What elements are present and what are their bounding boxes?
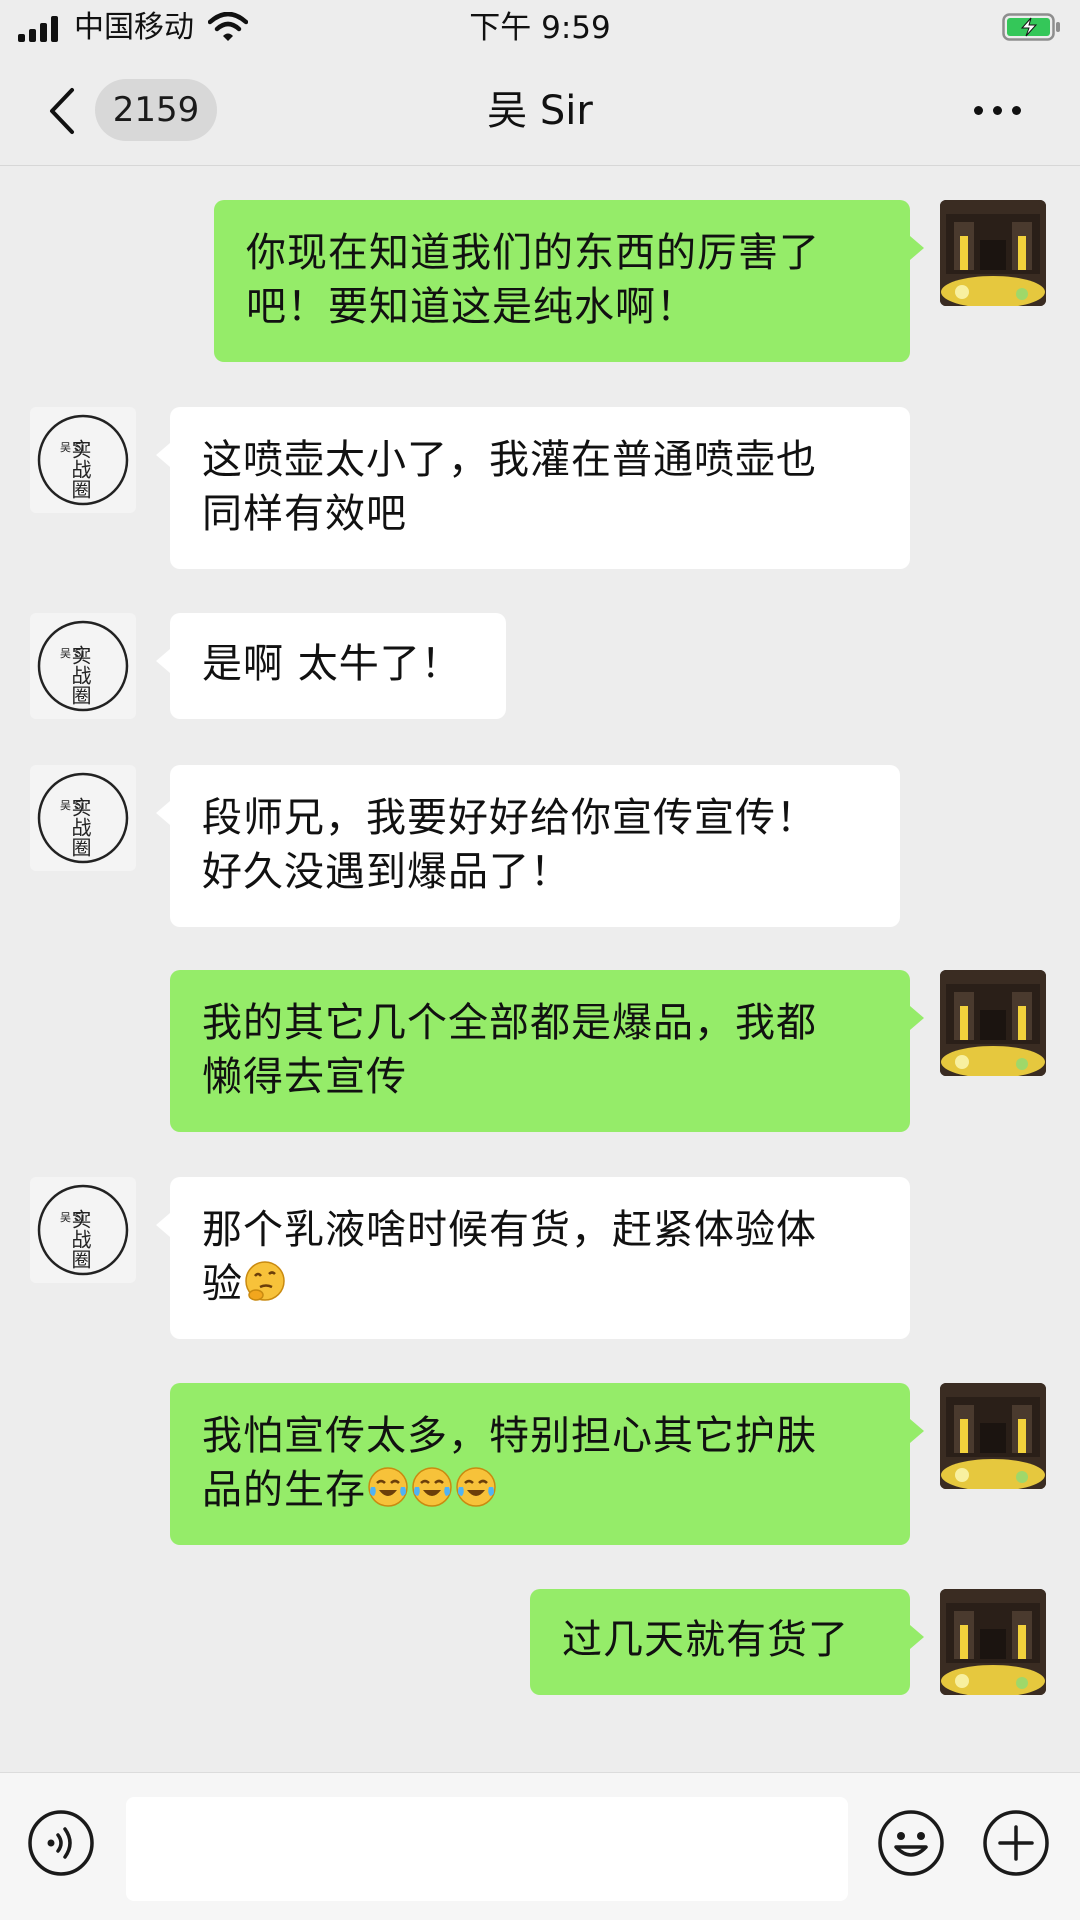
message-bubble-received[interactable]: 那个乳液啥时候有货，赶紧体验体 验 [156,1177,910,1339]
message-bubble-sent[interactable]: 过几天就有货了 [530,1589,924,1695]
my-avatar[interactable] [940,1383,1046,1489]
my-avatar-image [940,1589,1046,1695]
avatar-stamp-text: 实战圈 [68,797,92,857]
contact-avatar-image: 吴 Sir 实战圈 [37,1184,129,1276]
chat-input-bar [0,1772,1080,1920]
more-functions-button[interactable] [982,1809,1050,1877]
my-avatar[interactable] [940,970,1046,1076]
message-bubble-received[interactable]: 段师兄，我要好好给你宣传宣传！ 好久没遇到爆品了！ [156,765,900,927]
tears-of-joy-emoji [456,1467,496,1507]
message-line-text: 品的生存 [202,1467,366,1513]
chat-title: 吴 Sir [487,88,593,134]
tears-of-joy-emoji [412,1467,452,1507]
my-avatar-image [940,1383,1046,1489]
contact-avatar-image: 吴 Sir 实战圈 [37,620,129,712]
contact-avatar[interactable]: 吴 Sir 实战圈 [30,407,136,513]
status-time: 下午 9:59 [469,10,611,46]
message-line: 品的生存 [202,1463,880,1517]
message-bubble-sent[interactable]: 我怕宣传太多，特别担心其它护肤 品的生存 [170,1383,924,1545]
contact-avatar-image: 吴 Sir 实战圈 [37,414,129,506]
message-line-text: 验 [202,1261,243,1307]
battery-charging-icon [1002,13,1060,41]
message-bubble-received[interactable]: 这喷壶太小了，我灌在普通喷壶也 同样有效吧 [156,407,910,569]
avatar-stamp-text: 实战圈 [68,645,92,705]
emoji-button[interactable] [877,1809,945,1877]
message-line: 同样有效吧 [202,491,407,537]
avatar-stamp-text: 实战圈 [68,439,92,499]
status-bar: 中国移动 下午 9:59 [0,0,1080,56]
message-line: 我的其它几个全部都是爆品，我都 [202,1000,817,1046]
contact-avatar[interactable]: 吴 Sir 实战圈 [30,1177,136,1283]
message-bubble-sent[interactable]: 我的其它几个全部都是爆品，我都 懒得去宣传 [170,970,924,1132]
contact-avatar-image: 吴 Sir 实战圈 [37,772,129,864]
message-input[interactable] [126,1797,848,1901]
my-avatar[interactable] [940,200,1046,306]
my-avatar-image [940,970,1046,1076]
message-line: 懒得去宣传 [202,1054,407,1100]
message-line: 是啊 太牛了！ [202,641,462,687]
contact-avatar[interactable]: 吴 Sir 实战圈 [30,765,136,871]
message-line: 过几天就有货了 [562,1617,849,1663]
chat-header: 2159 吴 Sir [0,56,1080,166]
thinking-face-emoji [245,1261,285,1301]
contact-avatar[interactable]: 吴 Sir 实战圈 [30,613,136,719]
voice-input-button[interactable] [27,1809,95,1877]
message-line: 验 [202,1257,880,1311]
message-line: 段师兄，我要好好给你宣传宣传！ [202,795,817,841]
message-line: 那个乳液啥时候有货，赶紧体验体 [202,1207,817,1253]
message-line: 这喷壶太小了，我灌在普通喷壶也 [202,437,817,483]
my-avatar[interactable] [940,1589,1046,1695]
tears-of-joy-emoji [368,1467,408,1507]
message-bubble-received[interactable]: 是啊 太牛了！ [156,613,506,719]
my-avatar-image [940,200,1046,306]
message-line: 我怕宣传太多，特别担心其它护肤 [202,1413,817,1459]
message-line: 好久没遇到爆品了！ [202,849,571,895]
avatar-stamp-text: 实战圈 [68,1209,92,1269]
message-line: 你现在知道我们的东西的厉害了 [246,230,820,276]
message-line: 吧！要知道这是纯水啊！ [246,284,697,330]
message-bubble-sent[interactable]: 你现在知道我们的东西的厉害了 吧！要知道这是纯水啊！ [214,200,924,362]
more-options-button[interactable] [968,102,1028,120]
